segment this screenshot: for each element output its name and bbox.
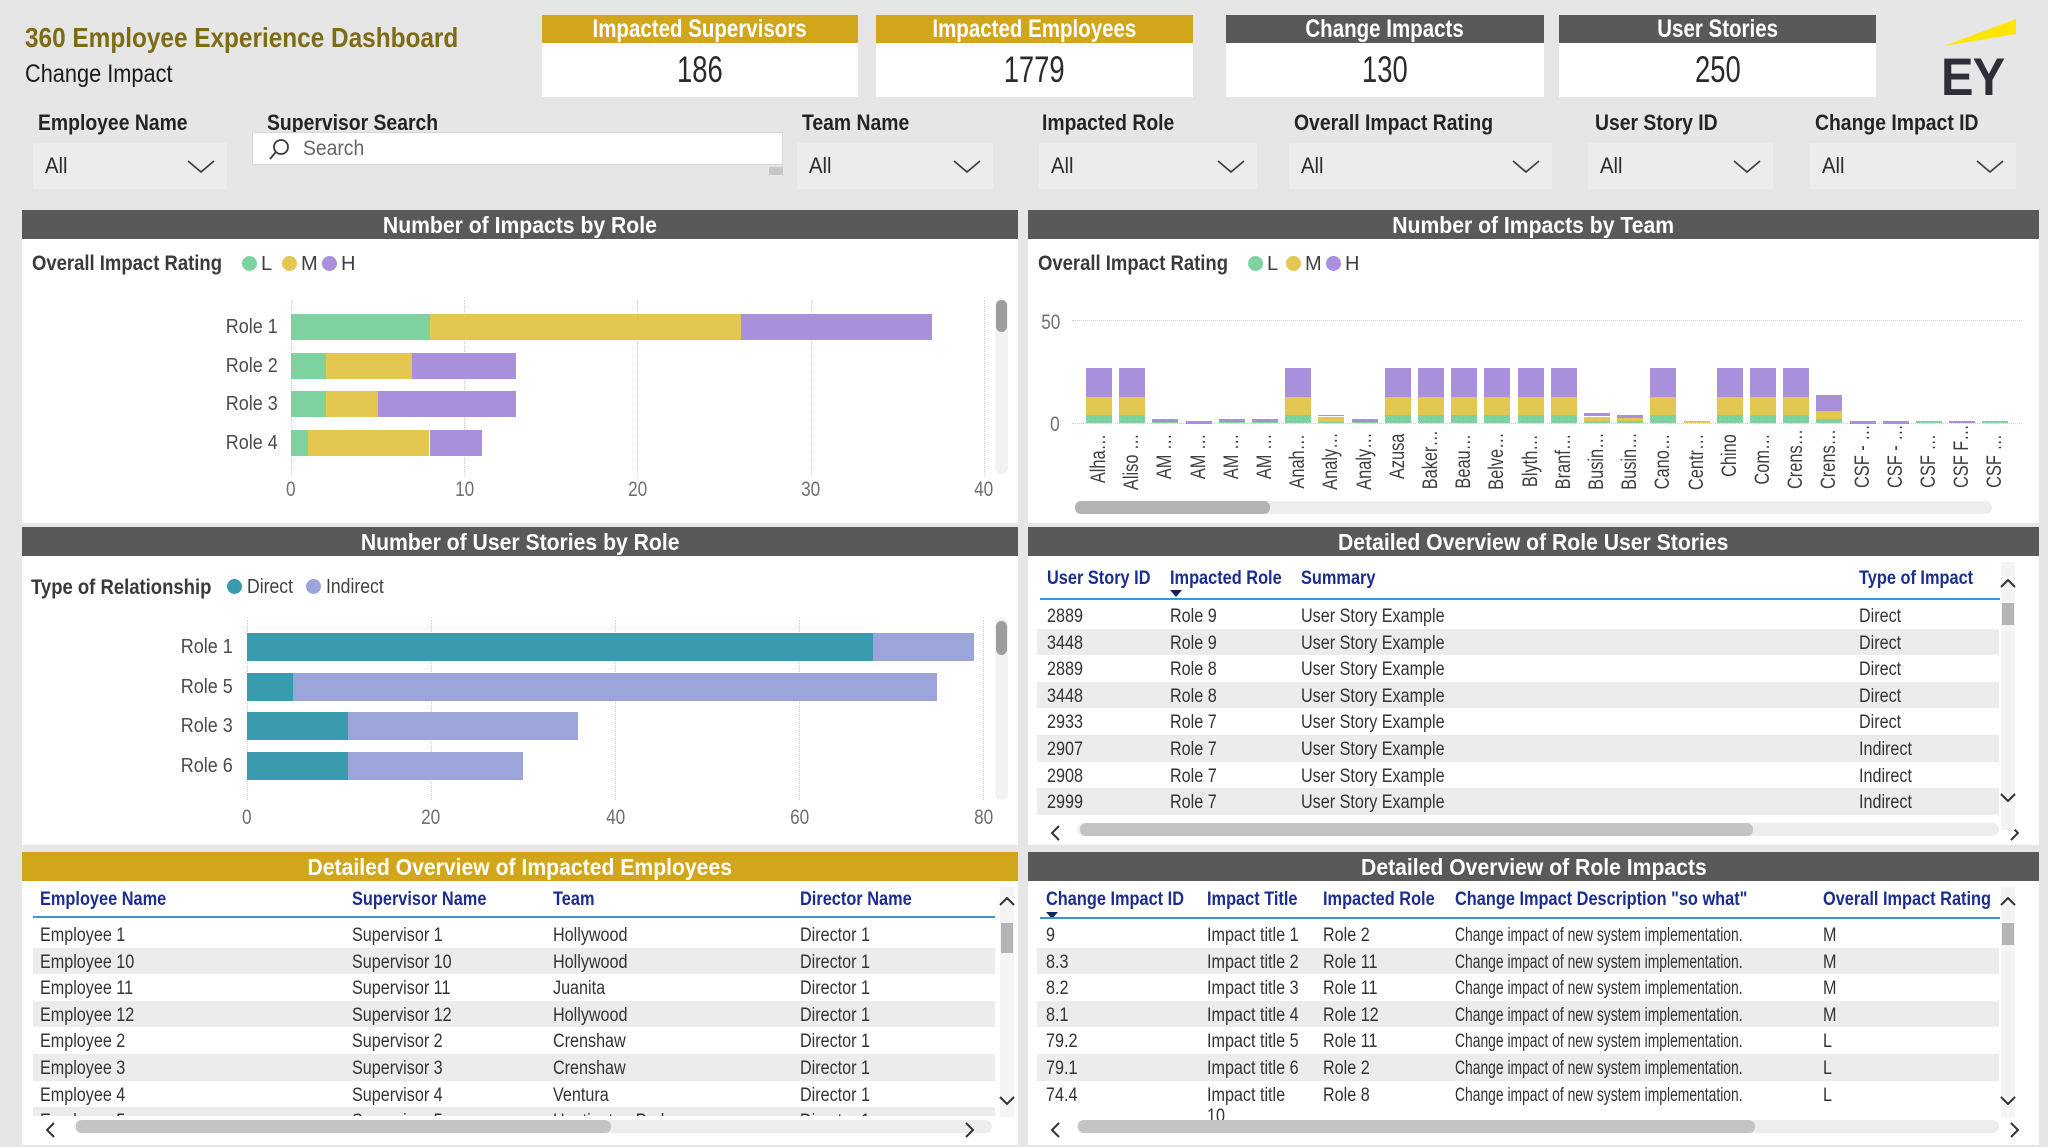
- svg-text:EY: EY: [1941, 47, 2005, 100]
